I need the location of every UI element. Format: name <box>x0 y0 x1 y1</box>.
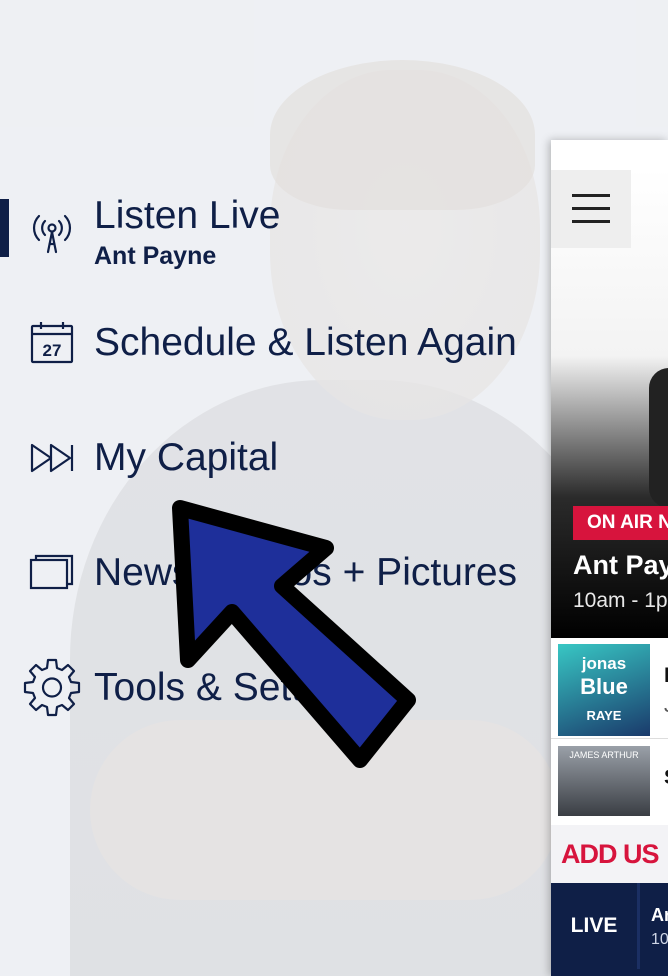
menu-item-tools-settings[interactable]: Tools & Settings <box>20 656 374 720</box>
menu-item-label: Schedule & Listen Again <box>94 321 517 364</box>
track-title: S <box>664 766 668 790</box>
calendar-day: 27 <box>43 341 62 360</box>
current-show-name: Ant Payne <box>94 242 217 270</box>
calendar-icon: 27 <box>20 311 84 375</box>
menu-item-label: Tools & Settings <box>94 666 374 709</box>
menu-item-label: Listen Live <box>94 194 281 237</box>
menu-item-label: News, Videos + Pictures <box>94 551 518 594</box>
presenter-silhouette <box>649 368 668 508</box>
gear-icon <box>20 656 84 720</box>
fast-forward-icon <box>20 426 84 490</box>
promo-banner-text: ADD US <box>561 838 660 869</box>
album-art: jonas Blue RAYE <box>558 644 650 736</box>
broadcast-icon <box>20 201 84 265</box>
current-show-title: Ant Pay <box>573 550 668 580</box>
live-show-name: Ar <box>651 905 668 925</box>
live-show-time: 10 <box>651 931 668 948</box>
menu-item-schedule[interactable]: 27 Schedule & Listen Again <box>20 311 517 375</box>
live-player-bar[interactable]: LIVE Ar 10 <box>551 883 668 976</box>
menu-item-listen-live[interactable]: Listen Live Ant Payne <box>20 194 280 271</box>
track-row[interactable]: jonas Blue RAYE I J <box>551 638 668 739</box>
app-main-panel[interactable]: ON AIR N Ant Pay 10am - 1p jonas Blue RA… <box>551 140 668 976</box>
gallery-icon <box>20 541 84 605</box>
divider <box>637 883 640 969</box>
menu-item-label: My Capital <box>94 436 279 479</box>
on-air-badge: ON AIR N <box>573 506 668 540</box>
track-title: I <box>664 664 668 687</box>
promo-banner[interactable]: ADD US <box>551 825 668 883</box>
album-art: JAMES ARTHUR <box>558 746 650 816</box>
menu-toggle-button[interactable] <box>551 170 631 248</box>
hamburger-icon <box>572 194 610 223</box>
track-artist: J <box>664 694 668 718</box>
album-art-text: RAYE <box>586 708 622 723</box>
active-indicator <box>0 199 9 257</box>
side-menu: Listen Live Ant Payne 27 Schedule & List… <box>0 0 560 976</box>
menu-item-my-capital[interactable]: My Capital <box>20 426 278 490</box>
album-art-text: jonas <box>581 654 627 673</box>
album-art-text: Blue <box>580 674 628 699</box>
menu-item-news[interactable]: News, Videos + Pictures <box>20 541 517 605</box>
album-art-text: JAMES ARTHUR <box>569 750 639 760</box>
live-button[interactable]: LIVE <box>551 883 637 969</box>
current-show-time: 10am - 1p <box>573 589 668 612</box>
